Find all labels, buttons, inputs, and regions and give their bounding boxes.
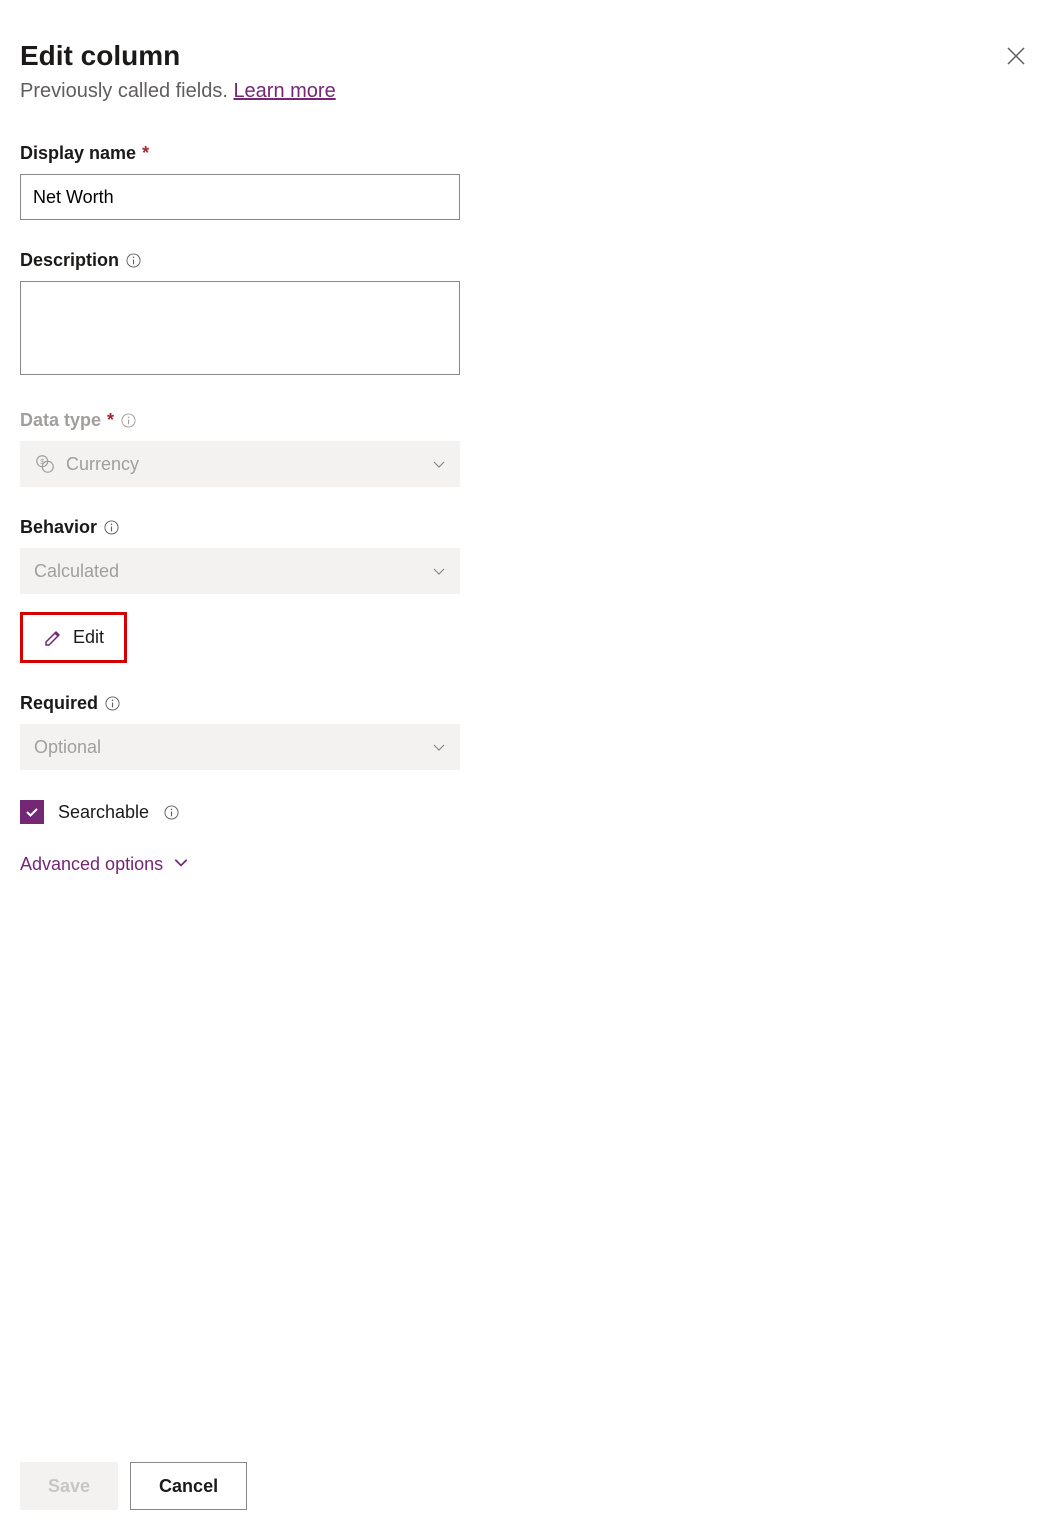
behavior-label-text: Behavior: [20, 517, 97, 538]
edit-button-label: Edit: [73, 627, 104, 648]
display-name-label-text: Display name: [20, 143, 136, 164]
cancel-button[interactable]: Cancel: [130, 1462, 247, 1510]
data-type-label-text: Data type: [20, 410, 101, 431]
pencil-icon: [43, 628, 63, 648]
chevron-down-icon: [173, 854, 189, 875]
close-button[interactable]: [1000, 40, 1032, 72]
display-name-input[interactable]: [20, 174, 460, 220]
chevron-down-icon: [432, 564, 446, 578]
required-label: Required: [20, 693, 460, 714]
advanced-options-toggle[interactable]: Advanced options: [20, 854, 460, 875]
required-indicator: *: [107, 410, 114, 431]
info-icon[interactable]: [103, 520, 119, 536]
chevron-down-icon: [432, 740, 446, 754]
info-icon[interactable]: [104, 696, 120, 712]
searchable-label: Searchable: [58, 802, 149, 823]
description-label: Description: [20, 250, 460, 271]
required-indicator: *: [142, 143, 149, 164]
data-type-value: Currency: [66, 454, 139, 475]
currency-icon: $: [34, 453, 56, 475]
behavior-select: Calculated: [20, 548, 460, 594]
check-icon: [24, 804, 40, 820]
data-type-select: $ Currency: [20, 441, 460, 487]
display-name-label: Display name *: [20, 143, 460, 164]
description-input[interactable]: [20, 281, 460, 375]
info-icon[interactable]: [120, 413, 136, 429]
info-icon[interactable]: [125, 253, 141, 269]
subtitle-text: Previously called fields.: [20, 80, 233, 102]
behavior-label: Behavior: [20, 517, 460, 538]
close-icon: [1007, 47, 1025, 65]
save-button[interactable]: Save: [20, 1462, 118, 1510]
required-value: Optional: [34, 737, 101, 758]
required-select: Optional: [20, 724, 460, 770]
chevron-down-icon: [432, 457, 446, 471]
learn-more-link[interactable]: Learn more: [233, 80, 335, 102]
info-icon[interactable]: [163, 804, 179, 820]
required-label-text: Required: [20, 693, 98, 714]
edit-button-highlight: Edit: [20, 612, 127, 663]
searchable-checkbox[interactable]: [20, 800, 44, 824]
data-type-label: Data type *: [20, 410, 460, 431]
advanced-options-label: Advanced options: [20, 854, 163, 875]
behavior-value: Calculated: [34, 561, 119, 582]
edit-behavior-button[interactable]: Edit: [27, 619, 120, 656]
description-label-text: Description: [20, 250, 119, 271]
panel-title: Edit column: [20, 40, 1000, 72]
panel-subtitle: Previously called fields. Learn more: [20, 80, 1000, 103]
